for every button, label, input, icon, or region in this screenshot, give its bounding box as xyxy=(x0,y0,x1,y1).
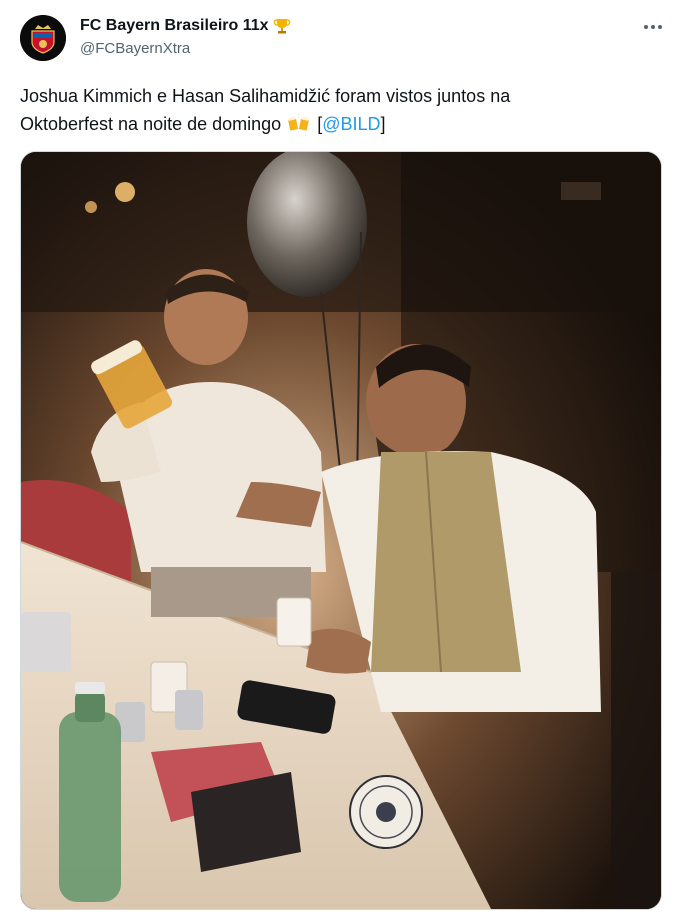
dot-icon xyxy=(658,25,662,29)
beer-mugs-emoji-icon xyxy=(288,113,310,133)
tweet-text-line-2: Oktoberfest na noite de domingo [@BILD] xyxy=(20,110,660,138)
dot-icon xyxy=(644,25,648,29)
tweet-text-line-1: Joshua Kimmich e Hasan Salihamidžić fora… xyxy=(20,86,511,106)
author-handle[interactable]: @FCBayernXtra xyxy=(80,39,190,59)
mention-close-bracket: ] xyxy=(380,114,386,134)
tweet-media-photo[interactable] xyxy=(20,151,662,910)
author-avatar[interactable] xyxy=(20,15,66,61)
dot-icon xyxy=(651,25,655,29)
author-display-name[interactable]: FC Bayern Brasileiro 11x xyxy=(80,16,269,36)
tweet-text: Joshua Kimmich e Hasan Salihamidžić fora… xyxy=(20,82,660,138)
club-crest-icon xyxy=(20,15,66,61)
mention-link[interactable]: @BILD xyxy=(322,114,380,134)
more-options-button[interactable] xyxy=(636,16,670,38)
author-name-row[interactable]: FC Bayern Brasileiro 11x xyxy=(80,16,291,36)
oktoberfest-photo-icon xyxy=(21,152,661,909)
trophy-icon xyxy=(273,17,291,35)
tweet-text-line-2-text: Oktoberfest na noite de domingo xyxy=(20,114,282,134)
tweet-card: FC Bayern Brasileiro 11x @FCBayernXtra J… xyxy=(0,0,680,915)
